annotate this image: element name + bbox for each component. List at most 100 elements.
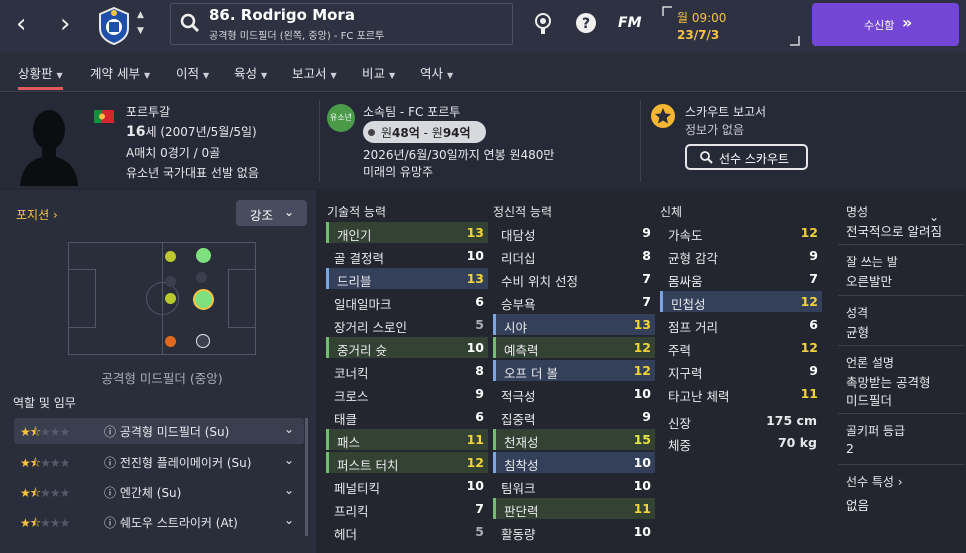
nationality[interactable]: 포르투갈 xyxy=(126,103,170,120)
tab-history[interactable]: 역사 ▼ xyxy=(420,63,453,82)
attribute-value: 6 xyxy=(475,294,484,309)
reputation-label: 명성 xyxy=(846,205,869,219)
tab-development[interactable]: 육성 ▼ xyxy=(234,63,267,82)
potential-line: 미래의 유망주 xyxy=(363,165,434,179)
attribute-row[interactable]: 대담성 9 xyxy=(493,222,655,243)
search-icon[interactable] xyxy=(179,12,201,34)
attribute-name: 패스 xyxy=(337,435,361,450)
role-row[interactable]: ★⯪★★★ ⓘ 엔간체 (Su) ⌄ xyxy=(14,479,304,505)
roles-scrollbar[interactable] xyxy=(305,418,308,536)
attribute-value: 12 xyxy=(800,225,818,240)
attribute-row[interactable]: 가속도 12 xyxy=(660,222,822,243)
attribute-row[interactable]: 예측력 12 xyxy=(493,337,655,358)
fm-menu-button[interactable]: FM xyxy=(618,15,642,31)
tab-contract[interactable]: 계약 세부 ▼ xyxy=(90,63,150,82)
attribute-row[interactable]: 시야 13 xyxy=(493,314,655,335)
attribute-row[interactable]: 주력 12 xyxy=(660,337,822,358)
position-caption: 공격형 미드필더 (중앙) xyxy=(101,371,223,386)
attribute-name: 수비 위치 선정 xyxy=(501,274,578,289)
attribute-row[interactable]: 점프 거리 6 xyxy=(660,314,822,335)
attribute-row[interactable]: 천재성 15 xyxy=(493,429,655,450)
attribute-row[interactable]: 중거리 슛 10 xyxy=(326,337,488,358)
attribute-name: 페널티킥 xyxy=(334,481,381,496)
attribute-value: 9 xyxy=(809,363,818,378)
chevron-down-icon: ⌄ xyxy=(284,205,295,219)
attribute-row[interactable]: 지구력 9 xyxy=(660,360,822,381)
attribute-row[interactable]: 타고난 체력 11 xyxy=(660,383,822,404)
tab-reports[interactable]: 보고서 ▼ xyxy=(292,63,337,82)
chevron-down-icon[interactable]: ⌄ xyxy=(929,210,939,224)
attribute-row[interactable]: 민첩성 12 xyxy=(660,291,822,312)
tab-compare[interactable]: 비교 ▼ xyxy=(362,63,395,82)
traits-value: 없음 xyxy=(846,498,870,513)
attribute-row[interactable]: 헤더 5 xyxy=(326,521,488,542)
inbox-button[interactable]: 수신함 » xyxy=(812,3,959,46)
attribute-row[interactable]: 코너킥 8 xyxy=(326,360,488,381)
tab-overview[interactable]: 상황판 ▼ xyxy=(18,63,63,90)
roles-title: 역할 및 임무 xyxy=(13,396,76,410)
inbox-label: 수신함 xyxy=(864,19,895,32)
attribute-row[interactable]: 크로스 9 xyxy=(326,383,488,404)
help-icon[interactable]: ? xyxy=(575,12,597,34)
scout-button-label: 선수 스카우트 xyxy=(719,152,790,166)
club-crest-icon[interactable] xyxy=(97,6,131,46)
role-row[interactable]: ★⯪★★★ ⓘ 전진형 플레이메이커 (Su) ⌄ xyxy=(14,449,304,475)
attribute-value: 9 xyxy=(809,248,818,263)
attribute-row[interactable]: 리더십 8 xyxy=(493,245,655,266)
scout-player-button[interactable]: 선수 스카우트 xyxy=(685,144,808,170)
attribute-row[interactable]: 팀워크 10 xyxy=(493,475,655,496)
attribute-name: 오프 더 볼 xyxy=(504,366,558,381)
attribute-row[interactable]: 승부욕 7 xyxy=(493,291,655,312)
divider xyxy=(640,100,641,182)
attribute-row[interactable]: 태클 6 xyxy=(326,406,488,427)
attribute-name: 판단력 xyxy=(504,504,539,519)
attribute-row[interactable]: 패스 11 xyxy=(326,429,488,450)
attribute-row[interactable]: 수비 위치 선정 7 xyxy=(493,268,655,289)
attribute-row[interactable]: 퍼스트 터치 12 xyxy=(326,452,488,473)
star-badge-icon xyxy=(651,104,675,128)
attribute-row[interactable]: 페널티킥 10 xyxy=(326,475,488,496)
attribute-row[interactable]: 오프 더 볼 12 xyxy=(493,360,655,381)
back-arrow-icon[interactable]: ‹ xyxy=(16,10,26,38)
attribute-name: 주력 xyxy=(668,343,692,358)
position-dot xyxy=(165,293,176,304)
role-row[interactable]: ★⯪★★★ ⓘ 공격형 미드필더 (Su) ⌄ xyxy=(14,418,304,444)
attribute-row[interactable]: 집중력 9 xyxy=(493,406,655,427)
media-value-line2: 미드필더 xyxy=(846,393,893,408)
attribute-name: 승부욕 xyxy=(501,297,536,312)
attribute-row[interactable]: 침착성 10 xyxy=(493,452,655,473)
attribute-name: 드리블 xyxy=(337,274,372,289)
forward-arrow-icon[interactable]: › xyxy=(60,10,70,38)
attribute-row[interactable]: 적극성 10 xyxy=(493,383,655,404)
tab-transfer[interactable]: 이적 ▼ xyxy=(176,63,209,82)
attribute-name: 적극성 xyxy=(501,389,536,404)
attribute-name: 프리킥 xyxy=(334,504,369,519)
attribute-row[interactable]: 활동량 10 xyxy=(493,521,655,542)
contract-line: 2026년/6월/30일까지 연봉 원480만 xyxy=(363,148,555,162)
attribute-row[interactable]: 장거리 스로인 5 xyxy=(326,314,488,335)
attribute-row[interactable]: 개인기 13 xyxy=(326,222,488,243)
attribute-value: 10 xyxy=(633,524,651,539)
attribute-row[interactable]: 몸싸움 7 xyxy=(660,268,822,289)
position-link[interactable]: 포지션 › xyxy=(16,206,58,223)
attribute-value: 7 xyxy=(642,294,651,309)
international-caps: A매치 0경기 / 0골 xyxy=(126,146,221,160)
attribute-row[interactable]: 일대일마크 6 xyxy=(326,291,488,312)
attribute-row[interactable]: 판단력 11 xyxy=(493,498,655,519)
club-line[interactable]: 소속팀 - FC 포르투 xyxy=(363,103,460,120)
club-home-icon[interactable] xyxy=(532,10,554,36)
reputation-value: 전국적으로 알려짐 xyxy=(846,224,942,239)
attribute-row[interactable]: 골 결정력 10 xyxy=(326,245,488,266)
attribute-row[interactable]: 드리블 13 xyxy=(326,268,488,289)
next-player-icon[interactable]: ▼ xyxy=(137,26,144,36)
previous-player-icon[interactable]: ▲ xyxy=(137,10,144,20)
traits-link[interactable]: 선수 특성 › xyxy=(846,473,903,490)
role-name: ⓘ 전진형 플레이메이커 (Su) xyxy=(104,456,252,470)
player-silhouette-icon xyxy=(20,110,78,186)
highlight-dropdown[interactable]: 강조 ⌄ xyxy=(236,200,307,226)
attribute-row[interactable]: 프리킥 7 xyxy=(326,498,488,519)
transfer-value: 원48억 - 원94억 xyxy=(381,126,471,140)
role-row[interactable]: ★⯪★★★ ⓘ 쉐도우 스트라이커 (At) ⌄ xyxy=(14,509,304,535)
attribute-value: 6 xyxy=(475,409,484,424)
attribute-row[interactable]: 균형 감각 9 xyxy=(660,245,822,266)
